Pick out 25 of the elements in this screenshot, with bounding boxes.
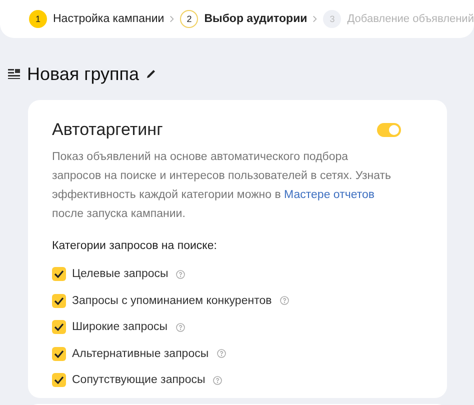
checkbox[interactable] — [52, 320, 66, 334]
step-number: 2 — [180, 10, 198, 28]
step-label[interactable]: Выбор аудитории — [204, 13, 308, 25]
chevron-icon — [170, 15, 174, 23]
step-number: 1 — [29, 10, 47, 28]
checkbox[interactable] — [52, 373, 66, 388]
checkbox[interactable] — [52, 267, 66, 282]
chevron-icon — [313, 15, 318, 23]
step-number: 3 — [323, 10, 342, 28]
group-title: Новая группа — [27, 64, 140, 84]
checkbox[interactable] — [52, 346, 66, 361]
checkbox-label: Сопутствующие запросы — [72, 374, 206, 386]
categories-label: Категории запросов на поиске: — [52, 240, 218, 252]
checkbox-label: Широкие запросы — [72, 321, 168, 334]
checkbox[interactable] — [52, 294, 66, 308]
step-label[interactable]: Настройка кампании — [53, 13, 164, 25]
checkbox-label: Запросы с упоминанием конкурентов — [72, 294, 272, 307]
list-icon — [8, 69, 20, 79]
description-text: Показ объявлений на основе автоматического подбора запросов на поиске и интересов пользователей в сетях. Узнать эффективность каждой категории можно в Мастере отчетов после запуска кампании. — [52, 150, 392, 222]
checkbox-label: Альтернативные запросы — [72, 348, 209, 360]
toggle-switch[interactable] — [377, 123, 401, 137]
checkbox-label: Целевые запросы — [72, 268, 168, 280]
card-title: Автотаргетинг — [52, 120, 163, 140]
edit-icon[interactable] — [146, 69, 156, 79]
reports-link[interactable]: Мастере отчетов — [284, 189, 374, 201]
